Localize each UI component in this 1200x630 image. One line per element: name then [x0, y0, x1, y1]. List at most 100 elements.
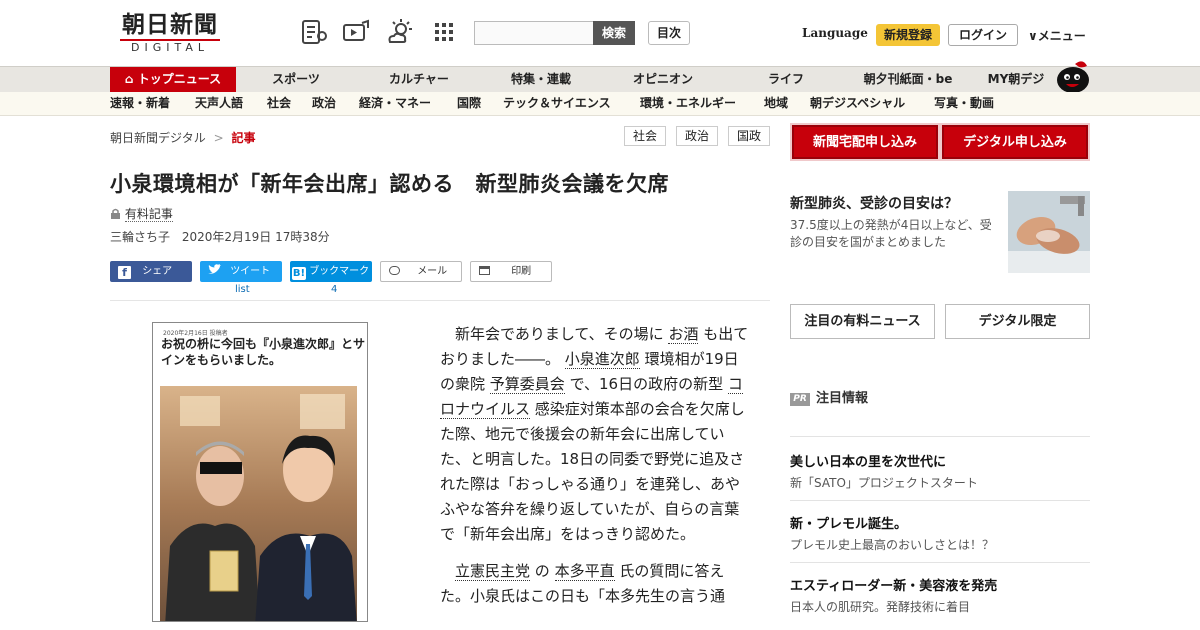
pr-item-title[interactable]: エスティローダー新・美容液を発売 — [790, 575, 997, 594]
article-photo[interactable]: 2020年2月16日 投稿者 お祝の枡に今回も『小泉進次郎』とサインをもらいまし… — [152, 322, 368, 622]
nav-politics[interactable]: 政治 — [312, 92, 336, 115]
pr-item-title[interactable]: 美しい日本の里を次世代に — [790, 451, 946, 470]
twitter-share-button[interactable]: ツイート — [200, 261, 282, 282]
breadcrumb-separator: > — [213, 131, 224, 145]
twitter-bird-icon — [208, 264, 221, 274]
nav-my-asadigi[interactable]: MY朝デジ — [982, 67, 1050, 92]
breadcrumb-current: 記事 — [231, 131, 256, 145]
digital-subscribe-button[interactable]: デジタル申し込み — [940, 123, 1090, 161]
facebook-share-label: シェア — [142, 266, 173, 277]
pr-item-title[interactable]: 新・プレモル誕生。 — [790, 513, 907, 532]
keyword-link[interactable]: お酒 — [668, 325, 699, 344]
hatena-count[interactable]: 4 — [331, 284, 337, 295]
tag-national-politics[interactable]: 国政 — [728, 126, 771, 146]
nav-sports[interactable]: スポーツ — [256, 67, 336, 92]
nav-society[interactable]: 社会 — [267, 92, 291, 115]
keyword-link[interactable]: 予算委員会 — [489, 375, 565, 394]
tag-society[interactable]: 社会 — [624, 126, 667, 146]
nav-opinion[interactable]: オピニオン — [620, 67, 706, 92]
divider — [790, 500, 1090, 501]
nav-tenseijingo[interactable]: 天声人語 — [195, 92, 243, 115]
weather-icon[interactable] — [386, 18, 414, 46]
newspaper-icon[interactable] — [300, 18, 328, 46]
search-button[interactable]: 検索 — [593, 21, 635, 45]
author-name: 三輪さち子 — [110, 230, 171, 244]
apps-grid-icon[interactable] — [430, 18, 458, 46]
index-button[interactable]: 目次 — [648, 21, 690, 45]
promo-title[interactable]: 新型肺炎、受診の目安は？ — [790, 193, 958, 213]
paid-label-text[interactable]: 有料記事 — [124, 207, 173, 222]
mascot-icon — [1057, 61, 1089, 93]
mail-icon — [389, 266, 400, 275]
pr-item-description[interactable]: 新「SATO」プロジェクトスタート — [790, 474, 978, 491]
print-label: 印刷 — [511, 266, 532, 277]
breadcrumb-home[interactable]: 朝日新聞デジタル — [110, 131, 206, 145]
language-link[interactable]: Language — [802, 26, 868, 40]
pr-item-description[interactable]: 日本人の肌研究。発酵技術に着目 — [790, 598, 970, 615]
pr-heading: PR 注目情報 — [790, 387, 868, 406]
primary-nav: ⌂ トップニュース スポーツ カルチャー 特集・連載 オピニオン ライフ 朝夕刊… — [0, 66, 1200, 92]
logo-kanji: 朝日新聞 — [122, 11, 218, 38]
nav-features[interactable]: 特集・連載 — [496, 67, 586, 92]
mail-share-button[interactable]: メール — [380, 261, 462, 282]
nav-economy[interactable]: 経済・マネー — [359, 92, 431, 115]
nav-label: トップニュース — [137, 72, 222, 86]
pr-heading-text: 注目情報 — [816, 391, 869, 406]
pr-badge: PR — [790, 393, 810, 406]
nav-international[interactable]: 国際 — [457, 92, 481, 115]
digital-only-button[interactable]: デジタル限定 — [945, 304, 1090, 339]
signup-button[interactable]: 新規登録 — [876, 24, 940, 46]
nav-tech-science[interactable]: テック＆サイエンス — [503, 92, 611, 115]
handwashing-image[interactable] — [1008, 191, 1090, 273]
secondary-nav: 速報・新着 天声人語 社会 政治 経済・マネー 国際 テック＆サイエンス 環境・… — [0, 92, 1200, 116]
hatena-icon: B! — [292, 267, 306, 280]
nav-life[interactable]: ライフ — [748, 67, 824, 92]
menu-button[interactable]: ∨メニュー — [1028, 27, 1086, 44]
hatena-bookmark-button[interactable]: B! ブックマーク — [290, 261, 372, 282]
twitter-count[interactable]: list — [235, 284, 250, 295]
body-paragraph: 新年会でありまして、その場に お酒 も出ておりました――。 小泉進次郎 環境相が… — [440, 322, 752, 547]
newspaper-delivery-button[interactable]: 新聞宅配申し込み — [790, 123, 940, 161]
paid-article-label: 有料記事 — [110, 205, 173, 222]
body-paragraph: 立憲民主党 の 本多平直 氏の質問に答えた。小泉氏はこの日も「本多先生の言う通 — [440, 559, 752, 609]
nav-breaking[interactable]: 速報・新着 — [110, 92, 170, 115]
facebook-share-button[interactable]: f シェア — [110, 261, 192, 282]
keyword-link[interactable]: 立憲民主党 — [455, 562, 531, 581]
lock-icon — [111, 208, 120, 219]
nav-environment[interactable]: 環境・エネルギー — [640, 92, 736, 115]
printer-icon — [479, 266, 490, 275]
divider — [790, 562, 1090, 563]
keyword-link[interactable]: 小泉進次郎 — [564, 350, 640, 369]
photo-caption: お祝の枡に今回も『小泉進次郎』とサインをもらいました。 — [161, 337, 366, 367]
body-text-run: の — [534, 562, 550, 580]
nav-top-news[interactable]: ⌂ トップニュース — [110, 67, 236, 92]
nav-newspaper[interactable]: 朝夕刊紙面・be — [852, 67, 964, 92]
home-icon: ⌂ — [124, 72, 134, 86]
body-text-run: で、16日の政府の新型 — [569, 375, 724, 393]
nav-local[interactable]: 地域 — [764, 92, 788, 115]
video-icon[interactable] — [342, 18, 370, 46]
pr-item-description[interactable]: プレモル史上最高のおいしさとは！？ — [790, 536, 994, 553]
login-button[interactable]: ログイン — [948, 24, 1018, 46]
twitter-share-label: ツイート — [230, 266, 271, 277]
divider — [790, 436, 1090, 437]
nav-photo-video[interactable]: 写真・動画 — [934, 92, 994, 115]
breadcrumb: 朝日新聞デジタル > 記事 — [110, 129, 256, 146]
nav-special[interactable]: 朝デジスペシャル — [810, 92, 905, 115]
keyword-link[interactable]: 本多平直 — [554, 562, 615, 581]
print-button[interactable]: 印刷 — [470, 261, 552, 282]
chevron-down-icon: ∨ — [1028, 29, 1038, 43]
paid-news-button[interactable]: 注目の有料ニュース — [790, 304, 935, 339]
tag-politics[interactable]: 政治 — [676, 126, 719, 146]
menu-label: メニュー — [1037, 29, 1086, 43]
search-input[interactable] — [474, 21, 594, 45]
nav-culture[interactable]: カルチャー — [374, 67, 464, 92]
publish-date: 2020年2月19日 17時38分 — [181, 230, 330, 244]
site-logo[interactable]: 朝日新聞 DIGITAL — [110, 12, 230, 56]
body-text-run: 新年会でありまして、その場に — [455, 325, 664, 343]
photo-image — [160, 386, 357, 621]
body-text-run: 感染症対策本部の会合を欠席した際、地元で後援会の新年会に出席していた、と明言した… — [440, 400, 745, 543]
article-body: 新年会でありまして、その場に お酒 も出ておりました――。 小泉進次郎 環境相が… — [440, 322, 752, 621]
promo-description[interactable]: 37.5度以上の発熱が4日以上など、受診の目安を国がまとめました — [790, 217, 1002, 251]
hatena-label: ブックマーク — [309, 266, 370, 277]
